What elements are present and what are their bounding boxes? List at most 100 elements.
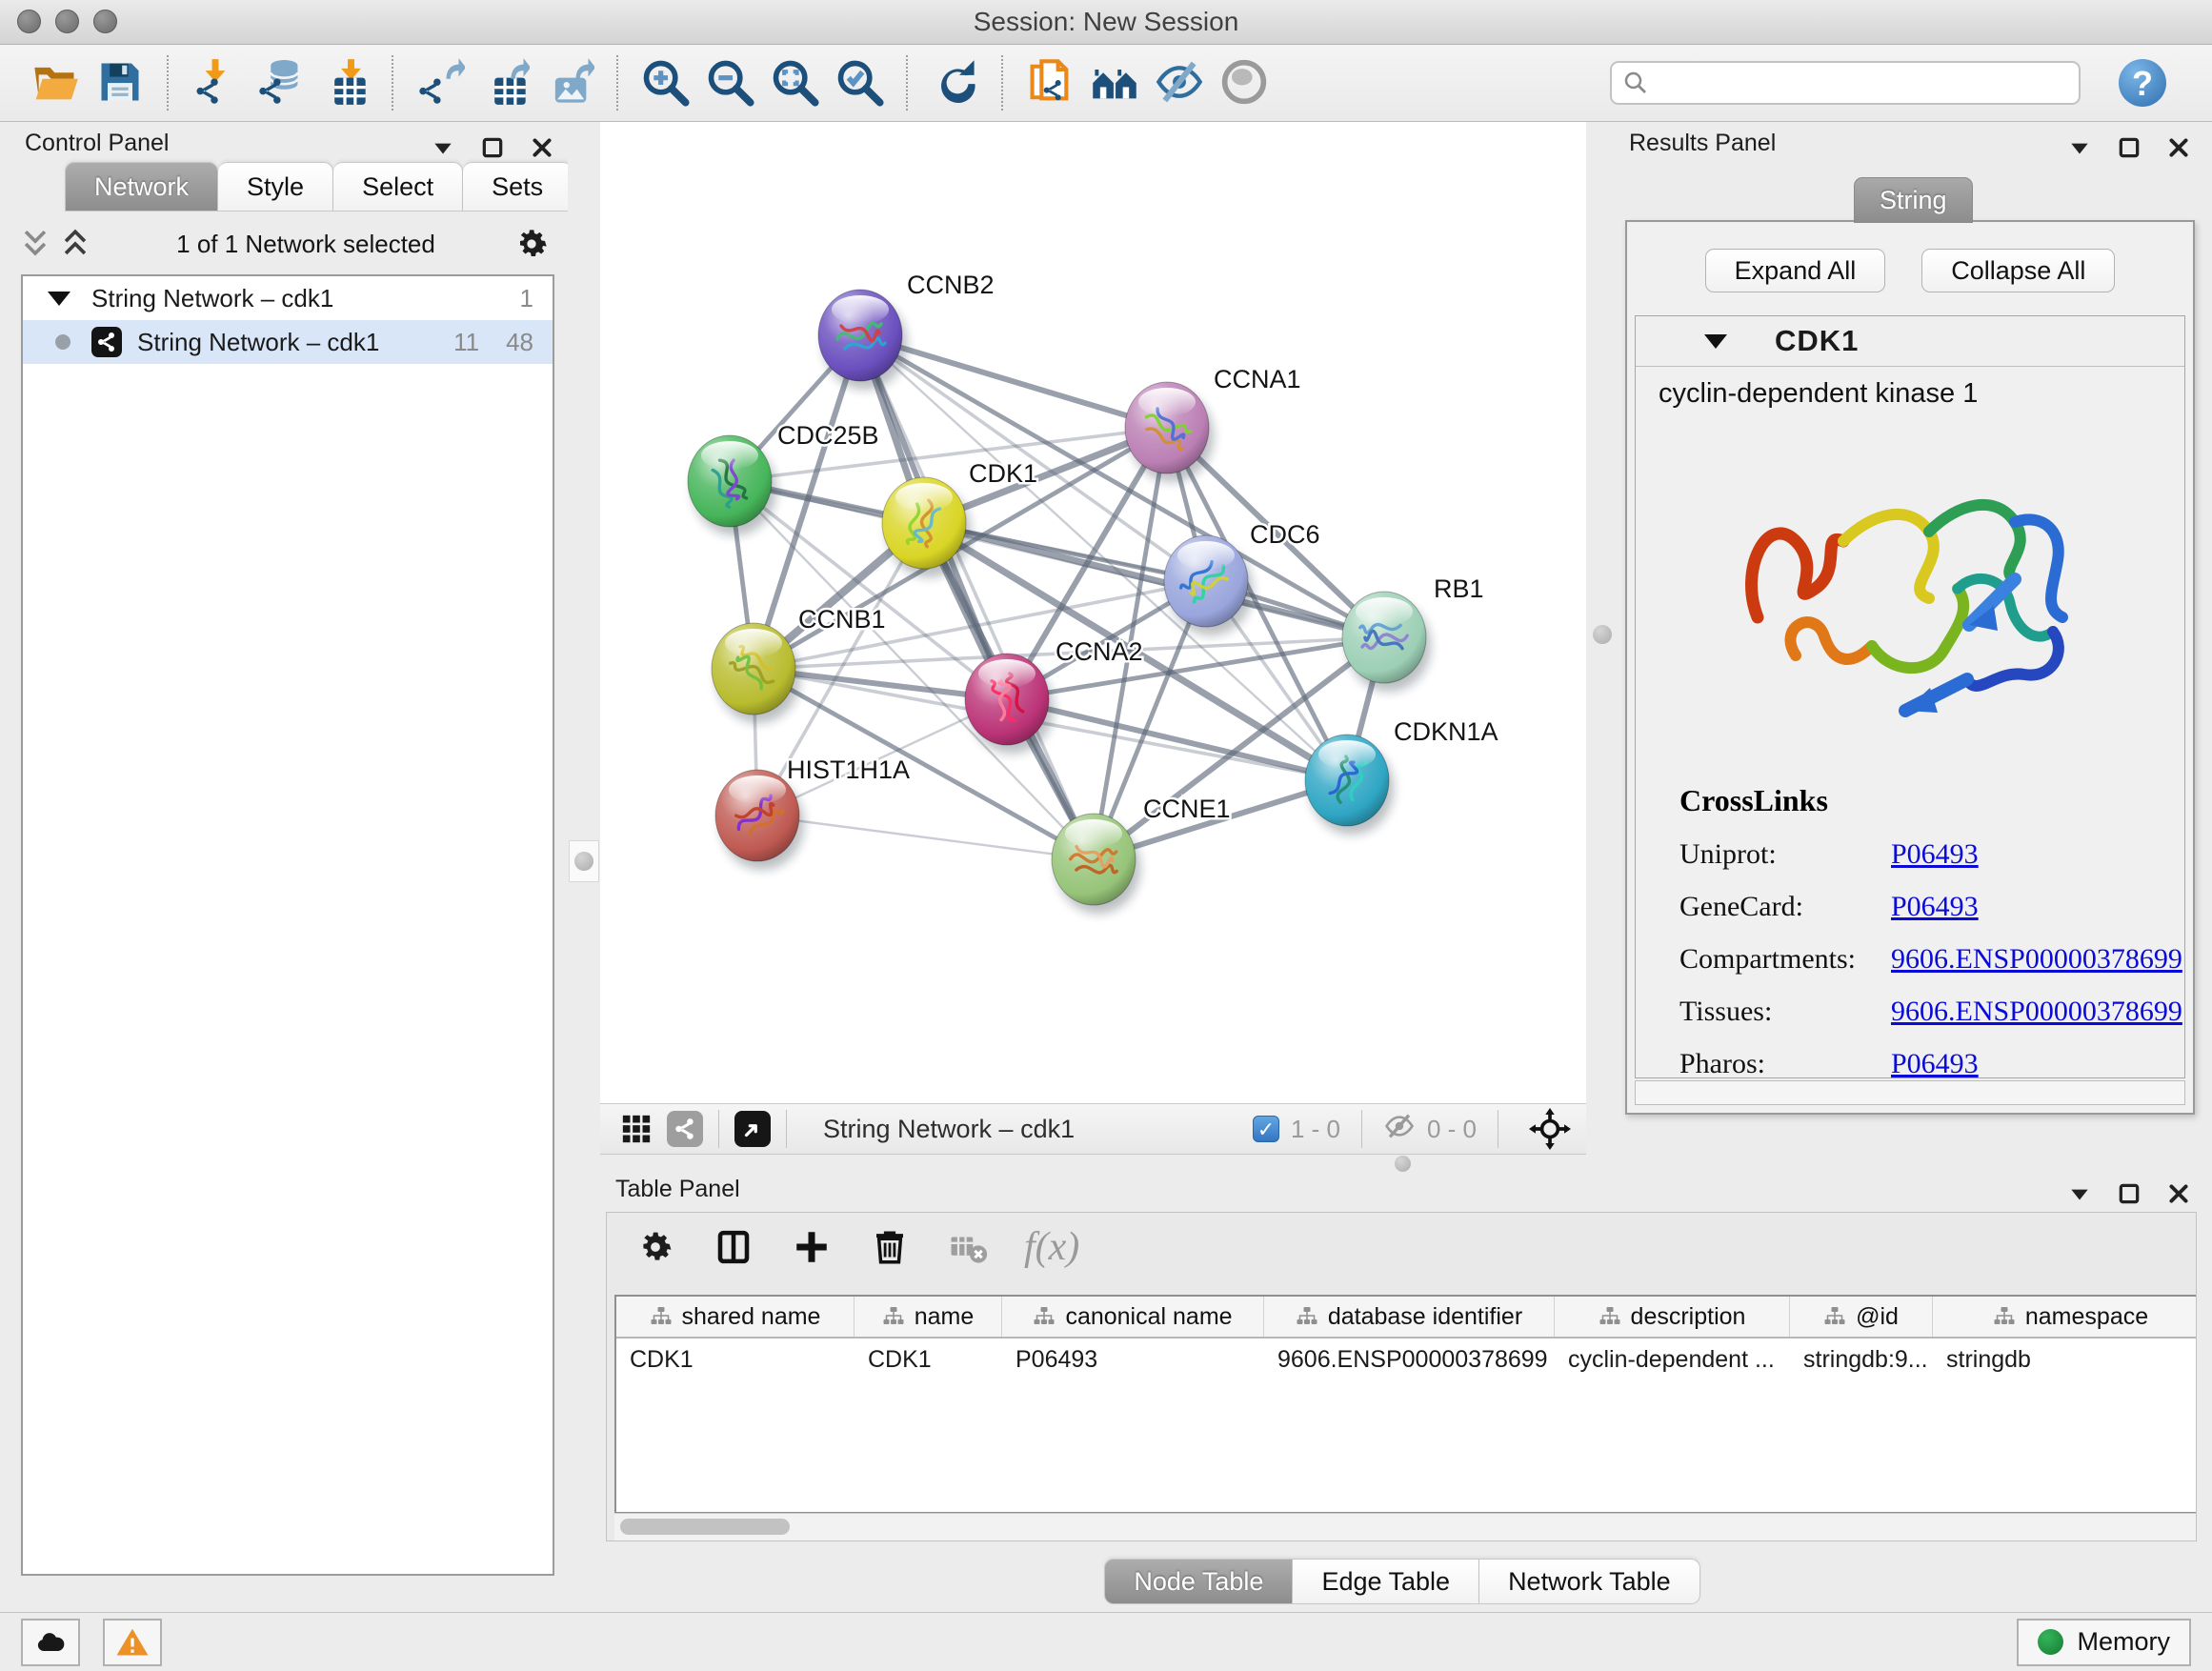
network-from-selection-button[interactable]	[1021, 53, 1078, 112]
show-graphics-button[interactable]	[1216, 53, 1273, 112]
collapse-panel-icon[interactable]	[2065, 133, 2094, 162]
left-splitter[interactable]	[568, 122, 600, 1174]
memory-button[interactable]: Memory	[2017, 1619, 2191, 1666]
close-panel-icon[interactable]	[2164, 133, 2193, 162]
apply-layout-button[interactable]	[926, 53, 983, 112]
collapse-all-networks-icon[interactable]	[19, 228, 51, 260]
tab-network-table[interactable]: Network Table	[1479, 1559, 1700, 1604]
column-header-shared-name[interactable]: shared name	[616, 1297, 855, 1337]
help-button[interactable]: ?	[2119, 59, 2166, 107]
horizontal-splitter[interactable]	[600, 1155, 1586, 1174]
open-session-button[interactable]	[27, 53, 84, 112]
network-collection-row[interactable]: String Network – cdk1 1	[23, 276, 553, 320]
detach-view-icon[interactable]	[734, 1111, 771, 1147]
float-panel-icon[interactable]	[478, 133, 507, 162]
node-RB1[interactable]: RB1	[1342, 574, 1484, 692]
tab-network[interactable]: Network	[65, 162, 218, 211]
scrollbar-thumb[interactable]	[620, 1519, 790, 1535]
column-header-canonical-name[interactable]: canonical name	[1002, 1297, 1264, 1337]
right-splitter[interactable]	[1586, 122, 1619, 1174]
float-panel-icon[interactable]	[2115, 1179, 2143, 1208]
network-row[interactable]: String Network – cdk1 11 48	[23, 320, 553, 364]
column-header-description[interactable]: description	[1555, 1297, 1790, 1337]
table-row[interactable]: CDK1CDK1P064939606.ENSP00000378699cyclin…	[616, 1339, 2196, 1380]
cloud-services-button[interactable]	[21, 1619, 80, 1666]
column-header--id[interactable]: @id	[1790, 1297, 1933, 1337]
splitter-handle[interactable]	[1593, 625, 1612, 644]
expand-all-networks-icon[interactable]	[59, 228, 91, 260]
tab-select[interactable]: Select	[333, 162, 463, 211]
node-table[interactable]: shared namenamecanonical namedatabase id…	[614, 1295, 2196, 1514]
import-network-from-file-button[interactable]	[187, 53, 244, 112]
results-horizontal-scrollbar[interactable]	[1635, 1080, 2185, 1105]
table-horizontal-scrollbar[interactable]	[614, 1513, 2196, 1540]
collapse-collection-icon[interactable]	[48, 292, 70, 306]
network-share-icon[interactable]	[667, 1111, 703, 1147]
collapse-panel-icon[interactable]	[429, 133, 457, 162]
tab-string[interactable]: String	[1854, 177, 1973, 223]
close-panel-icon[interactable]	[528, 133, 556, 162]
edge-CCNE1-HIST1H1A[interactable]	[757, 815, 1094, 859]
table-cell[interactable]: CDK1	[855, 1339, 1002, 1380]
column-header-name[interactable]: name	[855, 1297, 1002, 1337]
gene-result-row[interactable]: CDK1	[1636, 316, 2184, 367]
show-columns-icon[interactable]	[712, 1225, 755, 1269]
table-settings-gear-icon[interactable]	[633, 1225, 677, 1269]
search-box[interactable]	[1610, 61, 2081, 105]
crosslink-link[interactable]: P06493	[1891, 838, 1979, 871]
table-cell[interactable]: 9606.ENSP00000378699	[1264, 1339, 1555, 1380]
splitter-handle[interactable]	[1395, 1156, 1411, 1172]
column-header-namespace[interactable]: namespace	[1933, 1297, 2196, 1337]
import-network-from-database-button[interactable]	[251, 53, 309, 112]
node-CCNE1[interactable]: CCNE1	[1052, 795, 1231, 914]
zoom-in-button[interactable]	[636, 53, 694, 112]
first-neighbors-button[interactable]	[1086, 53, 1143, 112]
float-panel-icon[interactable]	[2115, 133, 2143, 162]
column-header-database-identifier[interactable]: database identifier	[1264, 1297, 1555, 1337]
hierarchy-icon	[1033, 1305, 1056, 1328]
birds-eye-view-icon[interactable]	[1529, 1108, 1571, 1150]
import-table-from-file-button[interactable]	[316, 53, 373, 112]
table-cell[interactable]: cyclin-dependent ...	[1555, 1339, 1790, 1380]
expand-all-button[interactable]: Expand All	[1705, 249, 1886, 292]
warnings-button[interactable]	[103, 1619, 162, 1666]
network-options-gear-icon[interactable]	[513, 225, 551, 263]
add-column-icon[interactable]	[790, 1225, 834, 1269]
crosslink-link[interactable]: 9606.ENSP00000378699	[1891, 943, 2182, 976]
table-cell[interactable]: CDK1	[616, 1339, 855, 1380]
node-CCNA1[interactable]: CCNA1	[1125, 365, 1301, 482]
table-cell[interactable]: stringdb	[1933, 1339, 2196, 1380]
table-cell[interactable]: P06493	[1002, 1339, 1264, 1380]
tab-edge-table[interactable]: Edge Table	[1293, 1559, 1479, 1604]
collapse-panel-icon[interactable]	[2065, 1179, 2094, 1208]
node-HIST1H1A[interactable]: HIST1H1A	[715, 755, 910, 870]
tab-node-table[interactable]: Node Table	[1104, 1559, 1293, 1604]
node-CDKN1A[interactable]: CDKN1A	[1305, 717, 1498, 835]
export-table-button[interactable]	[476, 53, 533, 112]
edge-CCNA2-CDKN1A[interactable]	[1007, 699, 1347, 780]
zoom-fit-button[interactable]	[766, 53, 823, 112]
table-cell[interactable]: stringdb:9...	[1790, 1339, 1933, 1380]
network-canvas[interactable]: CCNB2 CCNA1 CDC25B CDK1	[600, 122, 1586, 1103]
zoom-out-button[interactable]	[701, 53, 758, 112]
zoom-selected-button[interactable]	[831, 53, 888, 112]
crosslink-link[interactable]: P06493	[1891, 891, 1979, 923]
crosslink-link[interactable]: 9606.ENSP00000378699	[1891, 996, 2182, 1028]
export-image-button[interactable]	[541, 53, 598, 112]
close-panel-icon[interactable]	[2164, 1179, 2193, 1208]
selected-checkbox-icon[interactable]: ✓	[1253, 1116, 1279, 1142]
crosslink-link[interactable]: P06493	[1891, 1048, 1979, 1078]
delete-column-trash-icon[interactable]	[868, 1225, 912, 1269]
tab-sets[interactable]: Sets	[463, 162, 573, 211]
search-input[interactable]	[1650, 64, 2069, 102]
node-CCNB2[interactable]: CCNB2	[818, 271, 995, 390]
save-session-button[interactable]	[91, 53, 149, 112]
export-network-button[interactable]	[412, 53, 469, 112]
splitter-handle[interactable]	[574, 852, 593, 871]
hide-graphics-details-button[interactable]	[1151, 53, 1208, 112]
tab-style[interactable]: Style	[218, 162, 333, 211]
collapse-all-button[interactable]: Collapse All	[1921, 249, 2115, 292]
collapse-gene-icon[interactable]	[1704, 334, 1727, 349]
grid-view-icon[interactable]	[617, 1110, 655, 1148]
node-CDC25B[interactable]: CDC25B	[688, 421, 879, 535]
